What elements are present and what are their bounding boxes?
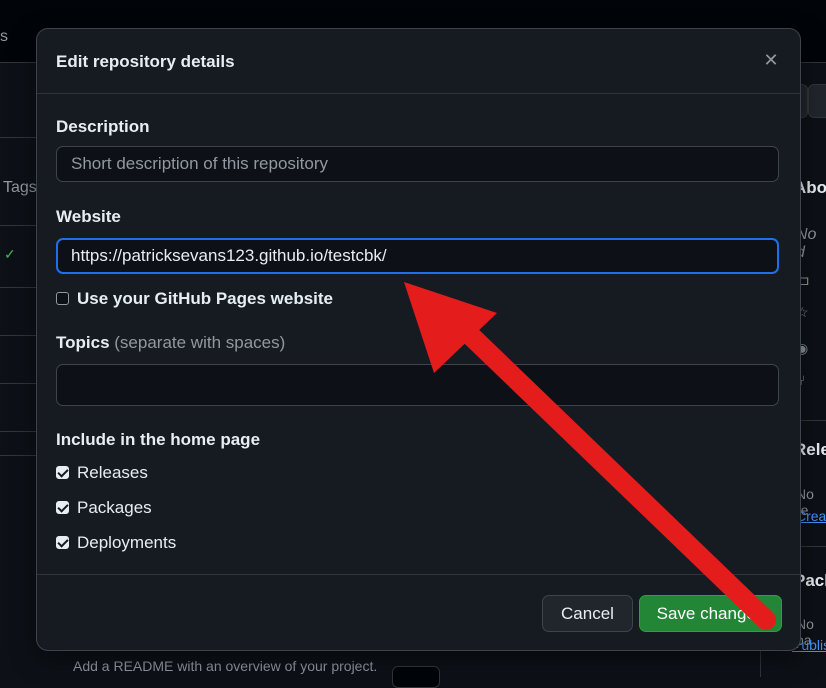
topics-label: Topics (separate with spaces) (56, 333, 285, 353)
deployments-label: Deployments (77, 533, 177, 552)
background-button (808, 84, 826, 118)
website-label: Website (56, 207, 121, 226)
cancel-button[interactable]: Cancel (542, 595, 633, 632)
description-label: Description (56, 117, 150, 136)
use-pages-label: Use your GitHub Pages website (77, 289, 334, 308)
packages-checkbox-row[interactable]: Packages (56, 498, 152, 518)
dialog-header: Edit repository details ✕ (37, 29, 800, 94)
topics-hint: (separate with spaces) (114, 333, 286, 352)
releases-checkbox-row[interactable]: Releases (56, 463, 148, 483)
background-row-divider (0, 383, 40, 384)
edit-repository-dialog: Edit repository details ✕ Description Sh… (36, 28, 801, 651)
deployments-checkbox-row[interactable]: Deployments (56, 533, 176, 553)
deployments-checkbox[interactable] (56, 536, 69, 549)
background-readme-button (392, 666, 440, 688)
check-icon: ✓ (4, 246, 16, 262)
packages-label: Packages (77, 498, 152, 517)
background-nav-fragment: s (0, 28, 8, 45)
close-icon[interactable]: ✕ (760, 49, 782, 71)
use-pages-checkbox[interactable] (56, 292, 69, 305)
save-changes-button[interactable]: Save changes (639, 595, 782, 632)
background-file-list (0, 137, 40, 513)
background-row-divider (0, 431, 40, 432)
use-pages-checkbox-row[interactable]: Use your GitHub Pages website (56, 289, 333, 309)
background-readme-text: Add a README with an overview of your pr… (73, 658, 378, 674)
description-input[interactable]: Short description of this repository (56, 146, 779, 182)
website-input[interactable]: https://patricksevans123.github.io/testc… (56, 238, 779, 274)
releases-label: Releases (77, 463, 148, 482)
background-row-divider (0, 287, 40, 288)
home-page-label: Include in the home page (56, 430, 261, 449)
background-row-divider (0, 335, 40, 336)
dialog-footer: Cancel Save changes (37, 574, 800, 651)
background-row-divider (0, 455, 40, 456)
packages-checkbox[interactable] (56, 501, 69, 514)
background-row-divider (0, 225, 40, 226)
topics-input[interactable] (56, 364, 779, 406)
topics-label-text: Topics (56, 333, 110, 352)
dialog-title: Edit repository details (56, 52, 235, 71)
releases-checkbox[interactable] (56, 466, 69, 479)
